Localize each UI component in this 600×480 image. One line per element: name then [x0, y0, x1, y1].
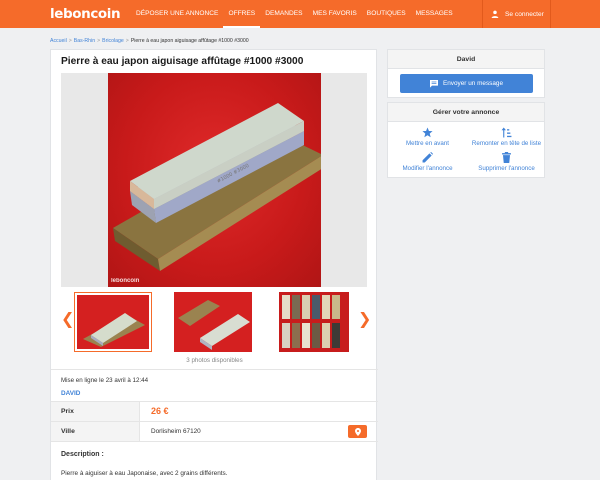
breadcrumb-separator: >	[68, 38, 72, 44]
seller-contact-name: David	[388, 50, 544, 69]
map-pin-icon	[354, 427, 361, 436]
chat-icon	[429, 79, 438, 88]
main-nav: Déposer une annonce Offres Demandes Mes …	[131, 0, 458, 28]
divider	[51, 369, 378, 370]
breadcrumb-separator: >	[125, 38, 129, 44]
delete-action[interactable]: Supprimer l'annonce	[467, 152, 546, 172]
breadcrumb: Accueil > Bas-Rhin > Bricolage > Pierre à eau …	[50, 38, 249, 44]
photos-count: 3 photos disponibles	[186, 357, 243, 364]
thumbnail-3[interactable]	[279, 292, 349, 352]
nav-messages[interactable]: Messages	[411, 0, 458, 28]
price-row: Prix 26 €	[51, 402, 376, 421]
login-label: Se connecter	[505, 10, 544, 18]
edit-action[interactable]: Modifier l'annonce	[388, 152, 467, 172]
nav-deposer-annonce[interactable]: Déposer une annonce	[131, 0, 223, 28]
nav-demandes[interactable]: Demandes	[260, 0, 307, 28]
nav-mes-favoris[interactable]: Mes favoris	[308, 0, 362, 28]
thumbnail-strip: ❮ ❯	[61, 290, 371, 356]
send-message-label: Envoyer un message	[442, 80, 504, 87]
description-title: Description :	[61, 451, 104, 458]
nav-boutiques[interactable]: Boutiques	[362, 0, 411, 28]
price-value: 26 €	[151, 406, 169, 416]
breadcrumb-bas-rhin[interactable]: Bas-Rhin	[74, 38, 95, 44]
manage-title: Gérer votre annonce	[388, 103, 544, 122]
edit-label: Modifier l'annonce	[402, 165, 453, 172]
description-text: Pierre à aiguiser à eau Japonaise, avec …	[61, 470, 228, 477]
sharpening-stone-image: #1000 #3000	[113, 103, 321, 271]
nav-offres[interactable]: Offres	[223, 0, 261, 28]
user-icon	[491, 10, 499, 18]
breadcrumb-bricolage[interactable]: Bricolage	[102, 38, 124, 44]
chevron-left-icon[interactable]: ❮	[61, 312, 74, 328]
city-row: Ville Dorlisheim 67120	[51, 422, 376, 441]
pencil-icon	[422, 152, 433, 163]
divider	[51, 441, 378, 442]
login-button[interactable]: Se connecter	[483, 0, 550, 28]
ad-title: Pierre à eau japon aiguisage affûtage #1…	[61, 56, 304, 67]
contact-card: David Envoyer un message	[387, 49, 545, 98]
sort-up-icon	[501, 127, 512, 138]
breadcrumb-accueil[interactable]: Accueil	[50, 38, 67, 44]
leboncoin-watermark: leboncoin	[111, 278, 140, 284]
manage-card: Gérer votre annonce Mettre en avant Remo…	[387, 102, 545, 178]
main-photo: #1000 #3000 leboncoin	[108, 73, 321, 287]
promote-action[interactable]: Mettre en avant	[388, 127, 467, 147]
seller-name[interactable]: DAVID	[61, 390, 80, 397]
leboncoin-logo[interactable]: leboncoin	[50, 6, 121, 22]
breadcrumb-current: Pierre à eau japon aiguisage affûtage #1…	[130, 38, 249, 44]
ad-card: Pierre à eau japon aiguisage affûtage #1…	[50, 49, 378, 480]
photo-viewer[interactable]: #1000 #3000 leboncoin	[61, 73, 367, 287]
star-icon	[422, 127, 433, 138]
chevron-right-icon[interactable]: ❯	[358, 312, 371, 328]
thumbnail-2[interactable]	[174, 292, 252, 352]
posted-date: Mise en ligne le 23 avril à 12:44	[61, 377, 149, 384]
thumbnail-1[interactable]	[74, 292, 152, 352]
bump-label: Remonter en tête de liste	[471, 140, 542, 147]
map-button[interactable]	[348, 425, 367, 438]
header-divider	[550, 0, 551, 28]
bump-action[interactable]: Remonter en tête de liste	[467, 127, 546, 147]
promote-label: Mettre en avant	[406, 140, 449, 147]
price-label: Prix	[51, 402, 140, 421]
send-message-button[interactable]: Envoyer un message	[400, 74, 533, 93]
delete-label: Supprimer l'annonce	[478, 165, 535, 172]
breadcrumb-separator: >	[97, 38, 101, 44]
city-label: Ville	[51, 422, 140, 441]
trash-icon	[502, 152, 511, 163]
city-value: Dorlisheim 67120	[151, 428, 201, 435]
top-bar: leboncoin Déposer une annonce Offres Dem…	[0, 0, 600, 28]
